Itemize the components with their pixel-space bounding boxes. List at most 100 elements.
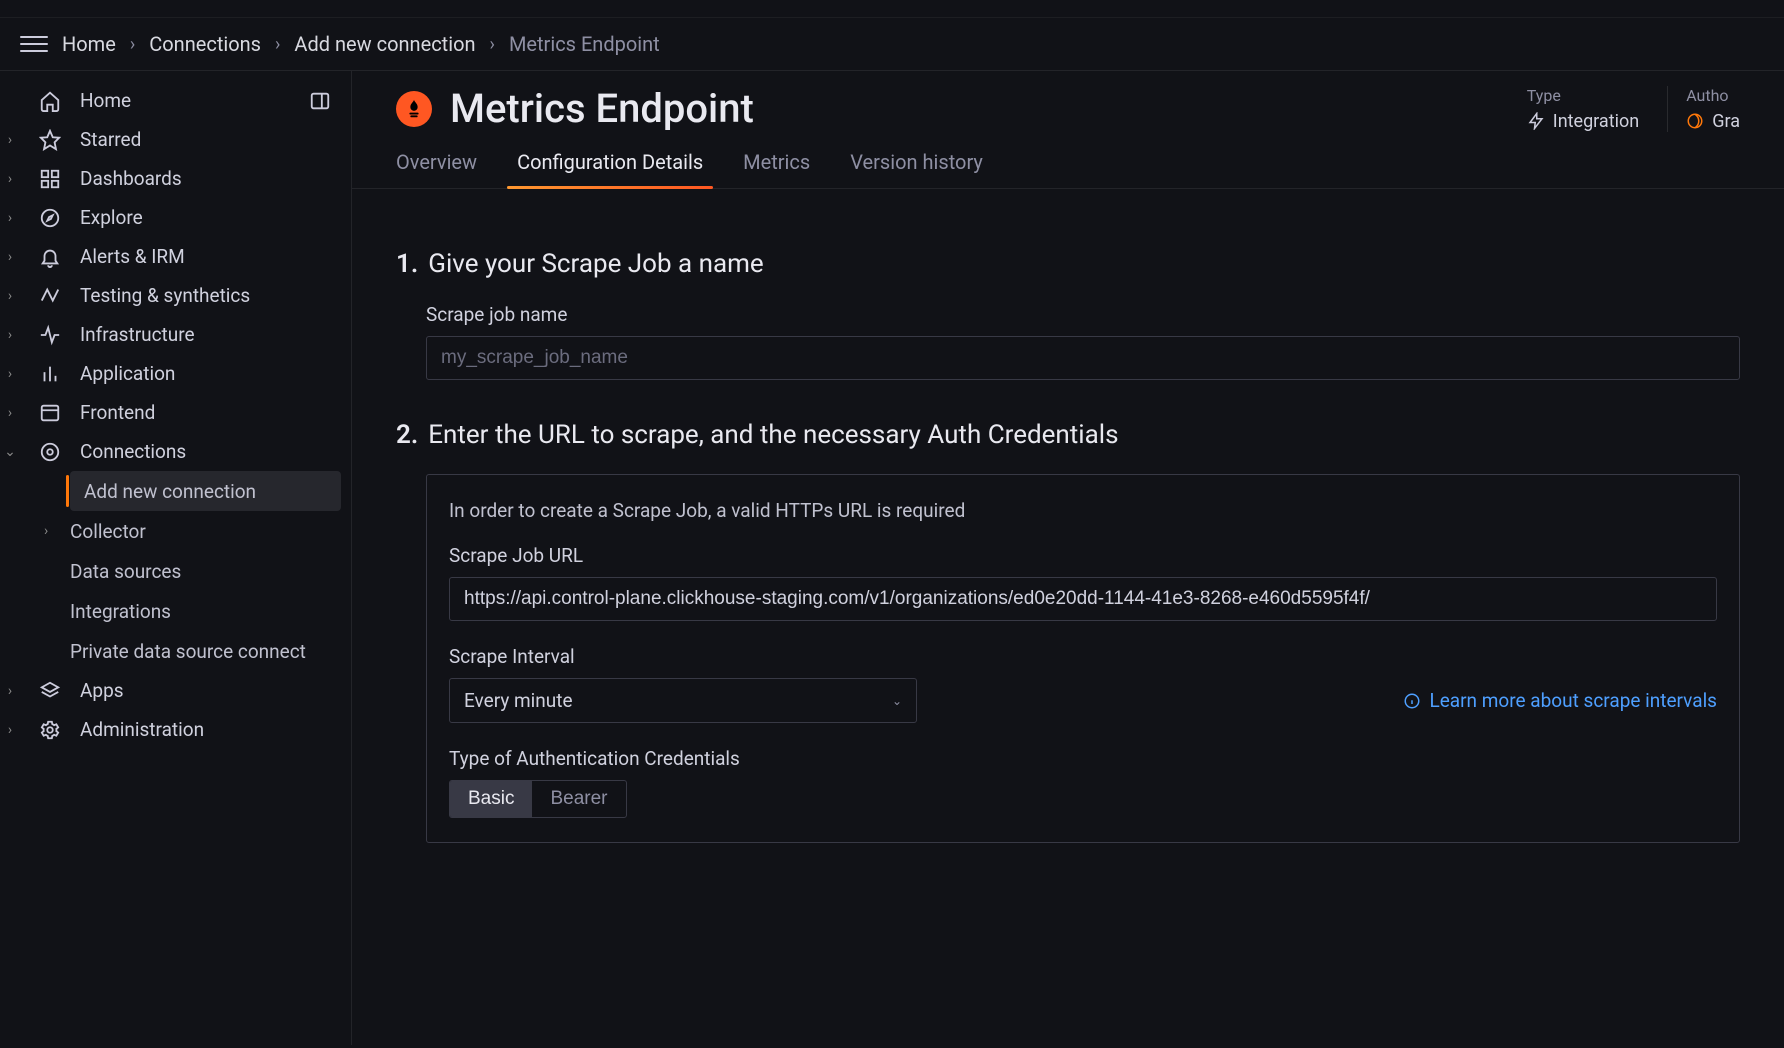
main-content: Metrics Endpoint Type Integration Autho … xyxy=(352,71,1784,1045)
page-title: Metrics Endpoint xyxy=(450,85,1509,132)
step-number: 1. xyxy=(396,249,418,279)
breadcrumb-connections[interactable]: Connections xyxy=(149,32,261,56)
sidebar-label: Testing & synthetics xyxy=(80,284,339,307)
sidebar-sub-integrations[interactable]: Integrations xyxy=(0,591,351,631)
chevron-right-icon: › xyxy=(0,683,20,699)
scrape-interval-select[interactable]: Every minute ⌄ xyxy=(449,678,917,723)
step-2: 2. Enter the URL to scrape, and the nece… xyxy=(396,420,1740,843)
chevron-right-icon: › xyxy=(0,210,20,226)
sidebar-label: Explore xyxy=(80,206,339,229)
sidebar-item-administration[interactable]: › Administration xyxy=(0,710,351,749)
step-1: 1. Give your Scrape Job a name Scrape jo… xyxy=(396,249,1740,380)
breadcrumb-current: Metrics Endpoint xyxy=(509,32,660,56)
sidebar-label: Frontend xyxy=(80,401,339,424)
sidebar-label: Alerts & IRM xyxy=(80,245,339,268)
chevron-right-icon: › xyxy=(44,523,48,539)
sidebar-label: Connections xyxy=(80,440,339,463)
sidebar-label: Dashboards xyxy=(80,167,339,190)
auth-type-toggle: Basic Bearer xyxy=(449,780,627,818)
dock-panel-icon[interactable] xyxy=(309,90,331,112)
auth-basic-button[interactable]: Basic xyxy=(450,781,532,817)
activity-icon xyxy=(36,324,64,346)
sidebar-label: Infrastructure xyxy=(80,323,339,346)
chevron-right-icon: › xyxy=(0,327,20,343)
prometheus-icon xyxy=(396,91,432,127)
sidebar-item-infrastructure[interactable]: › Infrastructure xyxy=(0,315,351,354)
dashboard-icon xyxy=(36,168,64,190)
sidebar-label: Administration xyxy=(80,718,339,741)
sidebar-item-home[interactable]: Home xyxy=(0,81,351,120)
testing-icon xyxy=(36,285,64,307)
meta-label: Autho xyxy=(1686,86,1740,105)
bolt-icon xyxy=(1527,112,1545,130)
chevron-right-icon: › xyxy=(0,722,20,738)
chevron-right-icon: › xyxy=(0,366,20,382)
info-icon xyxy=(1403,692,1421,710)
learn-more-link[interactable]: Learn more about scrape intervals xyxy=(1403,689,1717,712)
chevron-right-icon: › xyxy=(275,34,280,55)
sidebar-sub-data-sources[interactable]: Data sources xyxy=(0,551,351,591)
sidebar-sub-private-data-source[interactable]: Private data source connect xyxy=(0,631,351,671)
sidebar-sub-label: Data sources xyxy=(70,560,181,583)
chevron-down-icon: ⌄ xyxy=(892,694,902,708)
sidebar-item-apps[interactable]: › Apps xyxy=(0,671,351,710)
sidebar-sub-label: Private data source connect xyxy=(70,640,306,663)
sidebar-label: Home xyxy=(80,89,293,112)
sidebar: Home › Starred › Dashboards › Explore › … xyxy=(0,71,352,1045)
meta-value-text: Gra xyxy=(1712,111,1740,132)
hamburger-menu-icon[interactable] xyxy=(20,30,48,58)
scrape-url-input[interactable] xyxy=(449,577,1717,621)
sidebar-sub-add-new-connection[interactable]: Add new connection xyxy=(70,471,341,511)
sidebar-item-alerts[interactable]: › Alerts & IRM xyxy=(0,237,351,276)
browser-icon xyxy=(36,402,64,424)
sidebar-label: Starred xyxy=(80,128,339,151)
grafana-icon xyxy=(1686,112,1704,130)
chevron-right-icon: › xyxy=(0,171,20,187)
sidebar-item-application[interactable]: › Application xyxy=(0,354,351,393)
sidebar-item-frontend[interactable]: › Frontend xyxy=(0,393,351,432)
window-top-strip xyxy=(0,0,1784,18)
scrape-name-label: Scrape job name xyxy=(426,303,1740,326)
auth-type-label: Type of Authentication Credentials xyxy=(449,747,1717,770)
sidebar-item-starred[interactable]: › Starred xyxy=(0,120,351,159)
chevron-right-icon: › xyxy=(490,34,495,55)
sidebar-sub-collector[interactable]: › Collector xyxy=(0,511,351,551)
tab-configuration-details[interactable]: Configuration Details xyxy=(517,150,703,188)
step-title: Enter the URL to scrape, and the necessa… xyxy=(428,420,1118,450)
step-title: Give your Scrape Job a name xyxy=(428,249,763,279)
scrape-name-input[interactable] xyxy=(426,336,1740,380)
sidebar-sub-label: Collector xyxy=(70,520,146,543)
sidebar-item-connections[interactable]: ⌄ Connections xyxy=(0,432,351,471)
tab-version-history[interactable]: Version history xyxy=(850,150,983,188)
star-icon xyxy=(36,129,64,151)
breadcrumb-add-new[interactable]: Add new connection xyxy=(294,32,475,56)
sidebar-sub-label: Add new connection xyxy=(84,480,256,503)
scrape-url-label: Scrape Job URL xyxy=(449,544,1717,567)
sidebar-item-testing[interactable]: › Testing & synthetics xyxy=(0,276,351,315)
tabs: Overview Configuration Details Metrics V… xyxy=(352,132,1784,189)
compass-icon xyxy=(36,207,64,229)
breadcrumb-bar: Home › Connections › Add new connection … xyxy=(0,18,1784,71)
meta-author: Autho Gra xyxy=(1667,86,1740,132)
breadcrumb-home[interactable]: Home xyxy=(62,32,116,56)
meta-value-text: Integration xyxy=(1553,111,1639,132)
scrape-config-box: In order to create a Scrape Job, a valid… xyxy=(426,474,1740,843)
scrape-interval-label: Scrape Interval xyxy=(449,645,1717,668)
layers-icon xyxy=(36,680,64,702)
sidebar-sub-label: Integrations xyxy=(70,600,171,623)
select-value: Every minute xyxy=(464,689,573,712)
meta-type: Type Integration xyxy=(1509,86,1639,132)
step-number: 2. xyxy=(396,420,418,450)
tab-overview[interactable]: Overview xyxy=(396,150,477,188)
meta-label: Type xyxy=(1527,86,1639,105)
auth-bearer-button[interactable]: Bearer xyxy=(532,781,625,817)
sidebar-item-explore[interactable]: › Explore xyxy=(0,198,351,237)
bell-icon xyxy=(36,246,64,268)
bar-chart-icon xyxy=(36,363,64,385)
chevron-right-icon: › xyxy=(0,132,20,148)
sidebar-item-dashboards[interactable]: › Dashboards xyxy=(0,159,351,198)
chevron-down-icon: ⌄ xyxy=(0,444,20,460)
chevron-right-icon: › xyxy=(130,34,135,55)
tab-metrics[interactable]: Metrics xyxy=(743,150,810,188)
gear-icon xyxy=(36,719,64,741)
